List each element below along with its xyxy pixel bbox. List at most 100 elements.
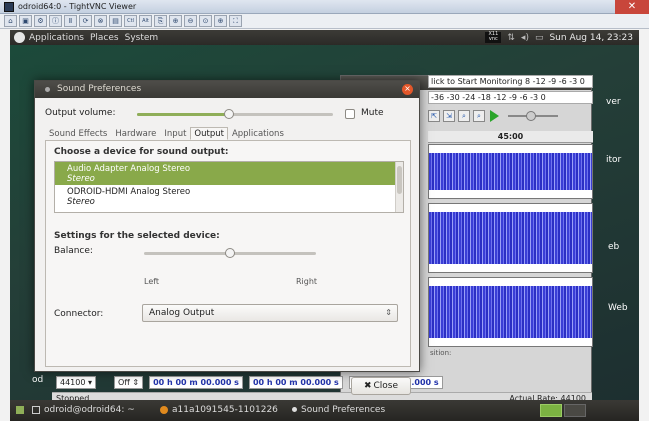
workspace-2[interactable] xyxy=(564,404,586,417)
dialog-titlebar[interactable]: Sound Preferences × xyxy=(35,81,419,98)
taskbar-item-label: odroid@odroid64: ~ xyxy=(44,405,135,415)
volume-icon[interactable]: ◂) xyxy=(521,33,529,43)
ubuntu-logo-icon xyxy=(14,32,25,43)
zoom-in-icon[interactable]: ⌕ xyxy=(458,110,470,122)
playback-meter[interactable]: -36 -30 -24 -18 -12 -9 -6 -3 0 xyxy=(428,91,593,104)
mute-checkbox[interactable] xyxy=(345,109,355,119)
tab-sound-effects[interactable]: Sound Effects xyxy=(45,127,111,140)
desktop-icon-label[interactable]: itor xyxy=(606,155,621,165)
show-desktop-icon[interactable] xyxy=(16,405,28,415)
device-item-audio-adapter[interactable]: Audio Adapter Analog Stereo Stereo xyxy=(55,162,403,185)
window-menu-icon[interactable] xyxy=(45,87,50,92)
desktop-background: ver itor eb Web od ● ● ● lick to Start M… xyxy=(10,45,639,405)
vnc-window-titlebar: odroid64:0 - TightVNC Viewer ✕ xyxy=(0,0,649,14)
preferences-tabs: Sound Effects Hardware Input Output Appl… xyxy=(45,127,411,141)
snap-to-select[interactable]: Off ⇕ xyxy=(114,375,144,389)
audio-track-right[interactable] xyxy=(428,203,593,273)
zoom-out-icon[interactable]: ⌕ xyxy=(473,110,485,122)
device-profile: Stereo xyxy=(67,197,95,207)
choose-device-heading: Choose a device for sound output: xyxy=(54,147,229,157)
mute-label[interactable]: Mute xyxy=(361,108,384,118)
device-item-odroid-hdmi[interactable]: ODROID-HDMI Analog Stereo Stereo xyxy=(55,185,403,208)
menu-system[interactable]: System xyxy=(125,33,159,43)
balance-left-label: Left xyxy=(144,277,160,286)
network-icon[interactable]: ⇅ xyxy=(507,33,515,43)
recording-meter[interactable]: lick to Start Monitoring 8 -12 -9 -6 -3 … xyxy=(428,75,593,88)
ctrl-alt-del-icon[interactable]: ⊗ xyxy=(94,15,107,27)
output-device-list[interactable]: Audio Adapter Analog Stereo Stereo ODROI… xyxy=(54,161,404,213)
audacity-toolbar: ⇱ ⇲ ⌕ ⌕ xyxy=(428,108,593,124)
workspace-1[interactable] xyxy=(540,404,562,417)
desktop-icon-label[interactable]: eb xyxy=(608,242,619,252)
selection-end-time[interactable]: 00 h 00 m 00.000 s xyxy=(248,375,343,389)
tab-hardware[interactable]: Hardware xyxy=(111,127,160,140)
connector-value: Analog Output xyxy=(149,308,215,318)
volume-slider-handle[interactable] xyxy=(224,109,235,119)
waveform xyxy=(429,286,592,338)
close-button[interactable]: ✖ Close xyxy=(351,377,411,395)
zoom-fit-icon[interactable]: ⊕ xyxy=(214,15,227,27)
waveform xyxy=(429,212,592,264)
output-volume-slider[interactable] xyxy=(137,109,333,119)
tab-input[interactable]: Input xyxy=(160,127,190,140)
info-icon[interactable]: ⓘ xyxy=(49,15,62,27)
audio-track-left[interactable] xyxy=(428,144,593,199)
selection-start-time[interactable]: 00 h 00 m 00.000 s xyxy=(149,375,243,389)
options-icon[interactable]: ⚙ xyxy=(34,15,47,27)
zoom-out-icon[interactable]: ⊖ xyxy=(184,15,197,27)
ctrl-esc-icon[interactable]: ▤ xyxy=(109,15,122,27)
device-profile: Stereo xyxy=(67,174,95,184)
zoom-in-icon[interactable]: ⊕ xyxy=(169,15,182,27)
battery-icon[interactable]: ▭ xyxy=(535,33,544,43)
vnc-window-title: odroid64:0 - TightVNC Viewer xyxy=(18,2,137,11)
tab-applications[interactable]: Applications xyxy=(228,127,288,140)
x11vnc-icon[interactable]: X11 vnc xyxy=(485,32,502,43)
chevron-updown-icon: ⇕ xyxy=(385,308,392,317)
window-close-button[interactable]: ✕ xyxy=(615,0,649,14)
timeline-label: 45:00 xyxy=(497,132,524,141)
save-icon[interactable]: ▣ xyxy=(19,15,32,27)
dialog-close-icon[interactable]: × xyxy=(402,84,413,95)
play-icon[interactable] xyxy=(490,110,499,122)
tab-output[interactable]: Output xyxy=(190,127,228,140)
menu-places[interactable]: Places xyxy=(90,33,119,43)
terminal-icon xyxy=(32,405,40,414)
project-rate-select[interactable]: 44100 ▾ xyxy=(56,375,97,389)
waveform xyxy=(429,153,592,190)
timeline-ruler[interactable]: 45:00 xyxy=(428,131,593,143)
desktop-icon-label[interactable]: od xyxy=(32,375,43,385)
desktop-icon-label[interactable]: Web xyxy=(608,303,628,313)
settings-heading: Settings for the selected device: xyxy=(54,231,220,241)
taskbar-item-audacity[interactable]: a11a1091545-1101226 xyxy=(160,405,278,415)
balance-slider[interactable] xyxy=(144,248,316,258)
system-tray: X11 vnc ⇅ ◂) ▭ Sun Aug 14, 23:23 xyxy=(485,32,633,43)
new-connection-icon[interactable]: ⌂ xyxy=(4,15,17,27)
playback-speed-slider[interactable] xyxy=(508,111,558,121)
alt-key-icon[interactable]: Alt xyxy=(139,15,152,27)
connector-dropdown[interactable]: Analog Output ⇕ xyxy=(142,304,398,322)
top-panel: Applications Places System X11 vnc ⇅ ◂) … xyxy=(10,30,639,45)
menu-applications[interactable]: Applications xyxy=(29,33,84,43)
selection-position-label: sition: xyxy=(430,349,452,357)
fit-project-icon[interactable]: ⇲ xyxy=(443,110,455,122)
device-list-scrollbar[interactable] xyxy=(395,162,403,212)
clock[interactable]: Sun Aug 14, 23:23 xyxy=(549,33,633,43)
balance-slider-handle[interactable] xyxy=(225,248,235,258)
zoom-100-icon[interactable]: ⊙ xyxy=(199,15,212,27)
taskbar-item-terminal[interactable]: odroid@odroid64: ~ xyxy=(32,405,135,415)
close-icon: ✖ xyxy=(363,381,372,391)
taskbar-item-sound-preferences[interactable]: Sound Preferences xyxy=(292,405,385,415)
clipboard-icon[interactable]: ⎘ xyxy=(154,15,167,27)
audio-track-3[interactable] xyxy=(428,277,593,347)
volume-fill xyxy=(137,113,230,116)
refresh-icon[interactable]: ⟳ xyxy=(79,15,92,27)
balance-right-label: Right xyxy=(296,277,318,286)
desktop-icon-label[interactable]: ver xyxy=(606,97,621,107)
scrollbar-thumb[interactable] xyxy=(397,166,402,194)
fit-selection-icon[interactable]: ⇱ xyxy=(428,110,440,122)
remote-desktop[interactable]: Applications Places System X11 vnc ⇅ ◂) … xyxy=(10,30,639,421)
fullscreen-icon[interactable]: ⛶ xyxy=(229,15,242,27)
vnc-toolbar: ⌂ ▣ ⚙ ⓘ Ⅱ ⟳ ⊗ ▤ Ctl Alt ⎘ ⊕ ⊖ ⊙ ⊕ ⛶ xyxy=(0,14,649,29)
ctrl-key-icon[interactable]: Ctl xyxy=(124,15,137,27)
pause-icon[interactable]: Ⅱ xyxy=(64,15,77,27)
